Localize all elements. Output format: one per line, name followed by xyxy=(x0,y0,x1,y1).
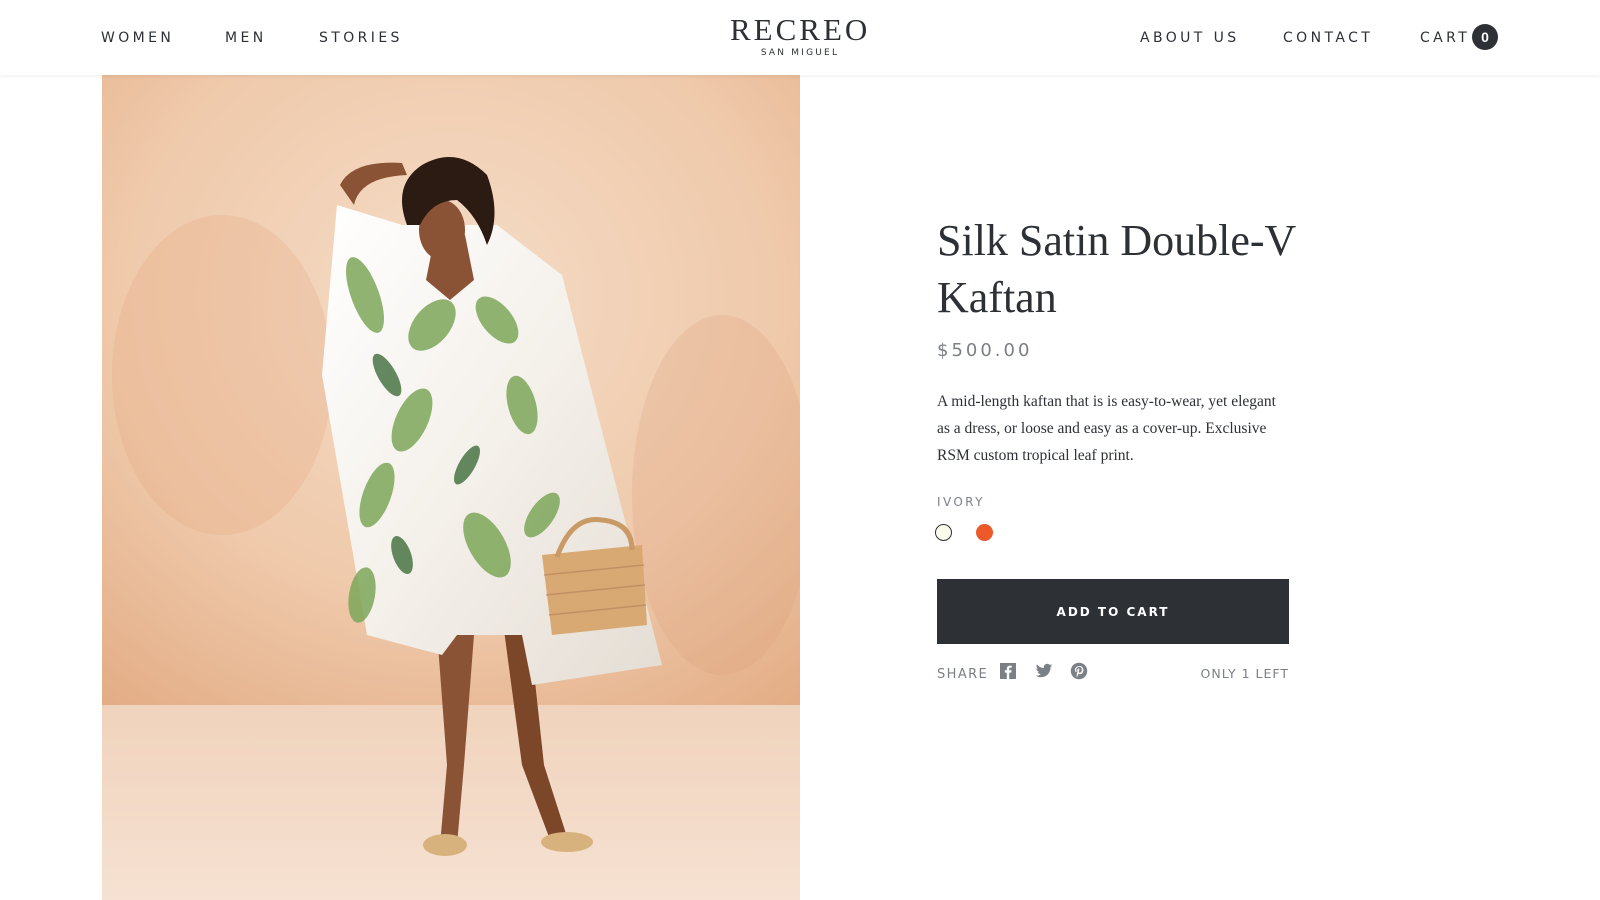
nav-cart[interactable]: CART xyxy=(1420,30,1470,46)
nav-about-us[interactable]: ABOUT US xyxy=(1140,30,1240,46)
add-to-cart-button[interactable]: ADD TO CART xyxy=(937,579,1289,644)
logo-subtitle: SAN MIGUEL xyxy=(760,48,840,58)
nav-men[interactable]: MEN xyxy=(225,30,267,46)
product-description: A mid-length kaftan that is is easy-to-w… xyxy=(937,393,1276,464)
brand-logo[interactable]: RECREO SAN MIGUEL xyxy=(730,12,871,59)
share-label: SHARE xyxy=(937,667,989,682)
twitter-icon[interactable] xyxy=(1035,662,1053,680)
nav-stories[interactable]: STORIES xyxy=(319,30,403,46)
pinterest-icon[interactable] xyxy=(1070,662,1088,680)
logo-wordmark: RECREO xyxy=(730,12,871,47)
product-photo xyxy=(102,75,800,900)
color-swatch-ivory[interactable] xyxy=(935,524,952,541)
nav-women[interactable]: WOMEN xyxy=(101,30,174,46)
site-header: WOMEN MEN STORIES RECREO SAN MIGUEL ABOU… xyxy=(0,0,1600,75)
nav-contact[interactable]: CONTACT xyxy=(1283,30,1373,46)
product-price: $500.00 xyxy=(937,340,1033,361)
cart-count-badge[interactable]: 0 xyxy=(1472,24,1498,50)
product-title: Silk Satin Double-V Kaftan xyxy=(937,216,1296,322)
selected-color-label: IVORY xyxy=(937,495,985,509)
product-image[interactable] xyxy=(102,75,800,900)
color-swatch-orange[interactable] xyxy=(976,524,993,541)
facebook-icon[interactable] xyxy=(999,662,1017,680)
stock-indicator: ONLY 1 LEFT xyxy=(1200,666,1289,681)
